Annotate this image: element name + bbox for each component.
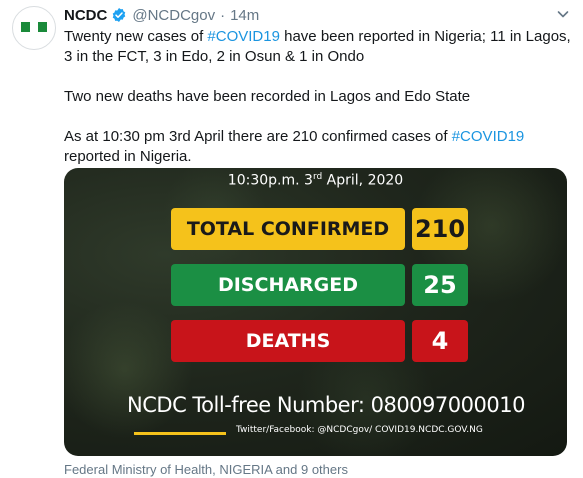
tweet-paragraph-1: Twenty new cases of #COVID19 have been r… — [64, 28, 571, 65]
hashtag-link[interactable]: #COVID19 — [452, 128, 525, 145]
stat-label-deaths: DEATHS — [171, 320, 405, 362]
tweet-text: Twenty new cases of #COVID19 have been r… — [64, 27, 576, 167]
hashtag-link[interactable]: #COVID19 — [207, 28, 280, 45]
tweet-paragraph-3: As at 10:30 pm 3rd April there are 210 c… — [64, 128, 525, 165]
timestamp[interactable]: 14m — [230, 7, 259, 24]
chevron-down-icon[interactable] — [555, 6, 571, 22]
nigeria-flag-icon — [21, 22, 48, 32]
stat-value-deaths: 4 — [412, 320, 468, 362]
stat-value-total-confirmed: 210 — [412, 208, 468, 250]
stat-label-total-confirmed: TOTAL CONFIRMED — [171, 208, 405, 250]
social-handles: Twitter/Facebook: @NCDCgov/ COVID19.NCDC… — [236, 425, 483, 435]
tweet-header: NCDC @NCDCgov · 14m — [64, 5, 259, 25]
display-name[interactable]: NCDC — [64, 7, 107, 24]
media-image[interactable]: 10:30p.m. 3rd April, 2020 TOTAL CONFIRME… — [64, 168, 567, 456]
avatar[interactable] — [12, 6, 56, 50]
verified-badge-icon — [113, 8, 126, 22]
stat-label-discharged: DISCHARGED — [171, 264, 405, 306]
separator-dot: · — [220, 6, 226, 24]
accent-bar — [134, 432, 226, 435]
handle[interactable]: @NCDCgov — [132, 7, 215, 24]
image-date: 10:30p.m. 3rd April, 2020 — [227, 172, 404, 189]
tollfree-number: NCDC Toll-free Number: 080097000010 — [127, 393, 525, 417]
retweeted-by[interactable]: Federal Ministry of Health, NIGERIA and … — [64, 462, 348, 477]
stat-value-discharged: 25 — [412, 264, 468, 306]
tweet-paragraph-2: Two new deaths have been recorded in Lag… — [64, 88, 471, 105]
